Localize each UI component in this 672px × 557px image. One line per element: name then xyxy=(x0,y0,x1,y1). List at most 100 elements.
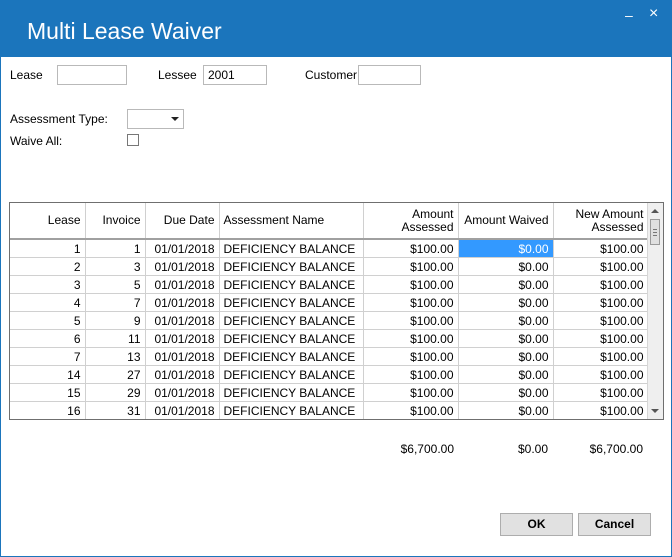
cell-due-date[interactable]: 01/01/2018 xyxy=(145,293,220,312)
cell-new-amount-assessed[interactable]: $100.00 xyxy=(553,401,649,419)
table-row[interactable]: 5 9 01/01/2018 DEFICIENCY BALANCE $100.00 $0.… xyxy=(10,311,649,330)
vertical-scrollbar[interactable] xyxy=(647,203,663,419)
cell-due-date[interactable]: 01/01/2018 xyxy=(145,311,220,330)
table-row[interactable]: 14 27 01/01/2018 DEFICIENCY BALANCE $100.00 $… xyxy=(10,365,649,384)
lease-input[interactable] xyxy=(57,65,127,85)
table-row[interactable]: 4 7 01/01/2018 DEFICIENCY BALANCE $100.00 $0.… xyxy=(10,293,649,312)
cell-new-amount-assessed[interactable]: $100.00 xyxy=(553,239,649,258)
cell-amount-assessed[interactable]: $100.00 xyxy=(363,293,459,312)
cell-assessment-name[interactable]: DEFICIENCY BALANCE xyxy=(219,383,364,402)
cell-invoice[interactable]: 29 xyxy=(85,383,146,402)
cell-due-date[interactable]: 01/01/2018 xyxy=(145,257,220,276)
ok-button[interactable]: OK xyxy=(500,513,573,536)
cell-amount-assessed[interactable]: $100.00 xyxy=(363,239,459,258)
cell-invoice[interactable]: 3 xyxy=(85,257,146,276)
cell-amount-waived[interactable]: $0.00 xyxy=(458,347,554,366)
cell-assessment-name[interactable]: DEFICIENCY BALANCE xyxy=(219,275,364,294)
cell-invoice[interactable]: 5 xyxy=(85,275,146,294)
cell-due-date[interactable]: 01/01/2018 xyxy=(145,239,220,258)
cell-due-date[interactable]: 01/01/2018 xyxy=(145,365,220,384)
column-header-amount-waived[interactable]: Amount Waived xyxy=(458,203,554,240)
cell-lease[interactable]: 16 xyxy=(10,401,86,419)
cell-amount-waived[interactable]: $0.00 xyxy=(458,275,554,294)
scroll-down-icon[interactable] xyxy=(651,409,659,413)
cell-invoice[interactable]: 7 xyxy=(85,293,146,312)
cell-lease[interactable]: 3 xyxy=(10,275,86,294)
cell-amount-assessed[interactable]: $100.00 xyxy=(363,401,459,419)
table-row[interactable]: 15 29 01/01/2018 DEFICIENCY BALANCE $100.00 $… xyxy=(10,383,649,402)
table-row[interactable]: 16 31 01/01/2018 DEFICIENCY BALANCE $100.00 $… xyxy=(10,401,649,419)
cell-amount-waived[interactable]: $0.00 xyxy=(458,383,554,402)
cell-invoice[interactable]: 13 xyxy=(85,347,146,366)
assessment-type-select[interactable] xyxy=(127,109,184,129)
cell-amount-assessed[interactable]: $100.00 xyxy=(363,365,459,384)
cell-assessment-name[interactable]: DEFICIENCY BALANCE xyxy=(219,401,364,419)
cell-amount-assessed[interactable]: $100.00 xyxy=(363,275,459,294)
cell-new-amount-assessed[interactable]: $100.00 xyxy=(553,257,649,276)
scroll-thumb[interactable] xyxy=(650,219,660,245)
cell-amount-assessed[interactable]: $100.00 xyxy=(363,311,459,330)
cell-due-date[interactable]: 01/01/2018 xyxy=(145,275,220,294)
cell-new-amount-assessed[interactable]: $100.00 xyxy=(553,347,649,366)
cell-lease[interactable]: 1 xyxy=(10,239,86,258)
cell-invoice[interactable]: 27 xyxy=(85,365,146,384)
cell-amount-assessed[interactable]: $100.00 xyxy=(363,347,459,366)
cell-lease[interactable]: 15 xyxy=(10,383,86,402)
minimize-icon[interactable]: – xyxy=(625,7,633,23)
cell-amount-waived[interactable]: $0.00 xyxy=(458,239,554,258)
cell-assessment-name[interactable]: DEFICIENCY BALANCE xyxy=(219,329,364,348)
cell-new-amount-assessed[interactable]: $100.00 xyxy=(553,365,649,384)
scroll-up-icon[interactable] xyxy=(651,209,659,213)
cell-invoice[interactable]: 31 xyxy=(85,401,146,419)
cell-amount-waived[interactable]: $0.00 xyxy=(458,329,554,348)
cell-new-amount-assessed[interactable]: $100.00 xyxy=(553,329,649,348)
lessee-input[interactable] xyxy=(203,65,267,85)
cell-amount-waived[interactable]: $0.00 xyxy=(458,311,554,330)
cell-assessment-name[interactable]: DEFICIENCY BALANCE xyxy=(219,293,364,312)
cell-amount-assessed[interactable]: $100.00 xyxy=(363,329,459,348)
cell-due-date[interactable]: 01/01/2018 xyxy=(145,347,220,366)
table-row[interactable]: 6 11 01/01/2018 DEFICIENCY BALANCE $100.00 $0… xyxy=(10,329,649,348)
cell-new-amount-assessed[interactable]: $100.00 xyxy=(553,383,649,402)
cell-assessment-name[interactable]: DEFICIENCY BALANCE xyxy=(219,365,364,384)
cancel-button[interactable]: Cancel xyxy=(578,513,651,536)
close-icon[interactable]: × xyxy=(649,5,658,23)
cell-invoice[interactable]: 9 xyxy=(85,311,146,330)
column-header-due-date[interactable]: Due Date xyxy=(145,203,220,240)
column-header-amount-assessed[interactable]: Amount Assessed xyxy=(363,203,459,240)
column-header-lease[interactable]: Lease xyxy=(10,203,86,240)
table-row[interactable]: 7 13 01/01/2018 DEFICIENCY BALANCE $100.00 $0… xyxy=(10,347,649,366)
cell-due-date[interactable]: 01/01/2018 xyxy=(145,329,220,348)
cell-assessment-name[interactable]: DEFICIENCY BALANCE xyxy=(219,311,364,330)
cell-invoice[interactable]: 11 xyxy=(85,329,146,348)
cell-assessment-name[interactable]: DEFICIENCY BALANCE xyxy=(219,239,364,258)
cell-amount-waived[interactable]: $0.00 xyxy=(458,257,554,276)
cell-amount-waived[interactable]: $0.00 xyxy=(458,401,554,419)
cell-assessment-name[interactable]: DEFICIENCY BALANCE xyxy=(219,347,364,366)
cell-lease[interactable]: 5 xyxy=(10,311,86,330)
column-header-assessment-name[interactable]: Assessment Name xyxy=(219,203,364,240)
cell-due-date[interactable]: 01/01/2018 xyxy=(145,401,220,419)
cell-lease[interactable]: 7 xyxy=(10,347,86,366)
cell-lease[interactable]: 14 xyxy=(10,365,86,384)
cell-new-amount-assessed[interactable]: $100.00 xyxy=(553,311,649,330)
waive-all-checkbox[interactable] xyxy=(127,134,139,146)
cell-lease[interactable]: 6 xyxy=(10,329,86,348)
cell-new-amount-assessed[interactable]: $100.00 xyxy=(553,293,649,312)
column-header-new-amount-assessed[interactable]: New Amount Assessed xyxy=(553,203,649,240)
column-header-invoice[interactable]: Invoice xyxy=(85,203,146,240)
cell-assessment-name[interactable]: DEFICIENCY BALANCE xyxy=(219,257,364,276)
cell-amount-waived[interactable]: $0.00 xyxy=(458,293,554,312)
cell-amount-waived[interactable]: $0.00 xyxy=(458,365,554,384)
table-row[interactable]: 2 3 01/01/2018 DEFICIENCY BALANCE $100.00 $0.… xyxy=(10,257,649,276)
cell-amount-assessed[interactable]: $100.00 xyxy=(363,257,459,276)
cell-amount-assessed[interactable]: $100.00 xyxy=(363,383,459,402)
table-row[interactable]: 1 1 01/01/2018 DEFICIENCY BALANCE $100.00 $0.… xyxy=(10,239,649,258)
cell-lease[interactable]: 4 xyxy=(10,293,86,312)
cell-invoice[interactable]: 1 xyxy=(85,239,146,258)
cell-due-date[interactable]: 01/01/2018 xyxy=(145,383,220,402)
customer-input[interactable] xyxy=(358,65,421,85)
cell-lease[interactable]: 2 xyxy=(10,257,86,276)
cell-new-amount-assessed[interactable]: $100.00 xyxy=(553,275,649,294)
table-row[interactable]: 3 5 01/01/2018 DEFICIENCY BALANCE $100.00 $0.… xyxy=(10,275,649,294)
